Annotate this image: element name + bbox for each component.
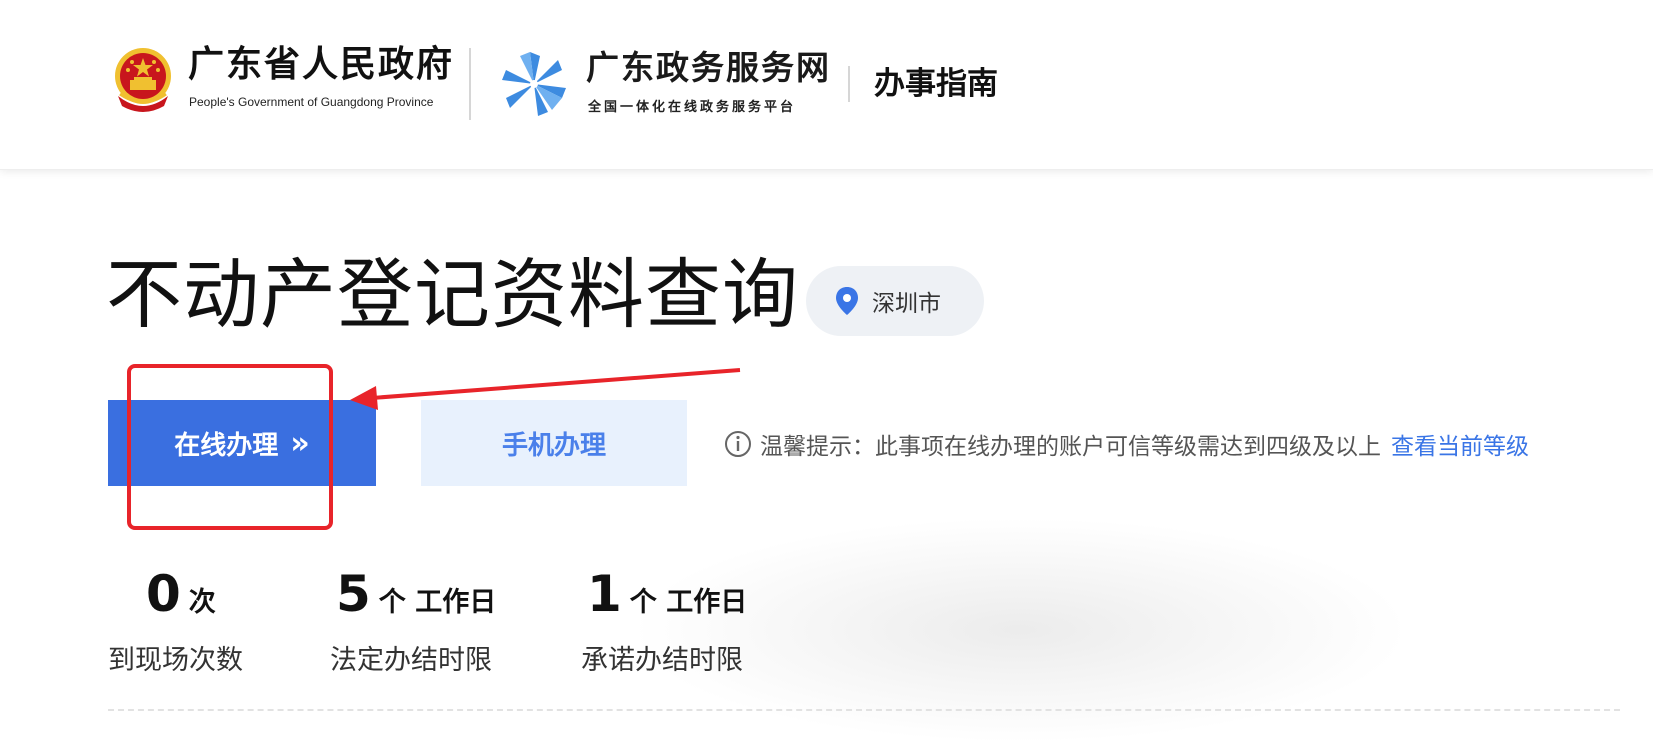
stat-visits: 0次 到现场次数 [108,564,243,676]
stat-unit: 个 工作日 [629,587,748,618]
online-apply-button[interactable]: 在线办理 » [108,400,376,486]
portal-subtitle: 全国一体化在线政务服务平台 [588,100,797,115]
stat-legal-limit: 5个 工作日 法定办结时限 [330,564,497,676]
tip-text: 温馨提示：此事项在线办理的账户可信等级需达到四级及以上 [760,434,1381,460]
header-divider [848,66,850,102]
mobile-apply-button[interactable]: 手机办理 [421,400,687,486]
location-text: 深圳市 [872,291,941,317]
stat-label: 承诺办结时限 [581,645,743,676]
portal-name: 广东政务服务网 [586,48,831,87]
stat-label: 到现场次数 [108,645,243,676]
tip-bar: 温馨提示：此事项在线办理的账户可信等级需达到四级及以上 查看当前等级 [724,427,1529,461]
stat-value: 5 [336,565,371,623]
background-decoration [640,520,1400,740]
online-apply-label: 在线办理 [174,430,279,461]
stat-value: 0 [146,565,181,623]
info-circle-icon [725,431,751,457]
stat-unit: 个 工作日 [378,587,497,618]
section-divider [108,709,1620,711]
stat-value: 1 [587,565,622,623]
view-level-link[interactable]: 查看当前等级 [1391,427,1529,461]
stat-unit: 次 [188,587,216,618]
gov-name-en: People's Government of Guangdong Provinc… [189,95,434,109]
stat-promised-limit: 1个 工作日 承诺办结时限 [581,564,748,676]
national-emblem-icon [115,48,171,112]
location-chip[interactable]: 深圳市 [806,266,984,336]
site-header: 广东省人民政府 People's Government of Guangdong… [0,0,1653,170]
page-title: 不动产登记资料查询 [106,250,799,339]
gov-name: 广东省人民政府 [188,44,455,85]
stat-label: 法定办结时限 [330,645,492,676]
location-pin-icon [836,287,858,315]
double-chevron-right-icon: » [290,425,310,461]
mobile-apply-label: 手机办理 [501,430,606,461]
header-divider [469,48,471,120]
section-title: 办事指南 [874,66,998,102]
pinwheel-logo-icon [502,52,566,116]
annotation-arrow-line [371,368,741,400]
